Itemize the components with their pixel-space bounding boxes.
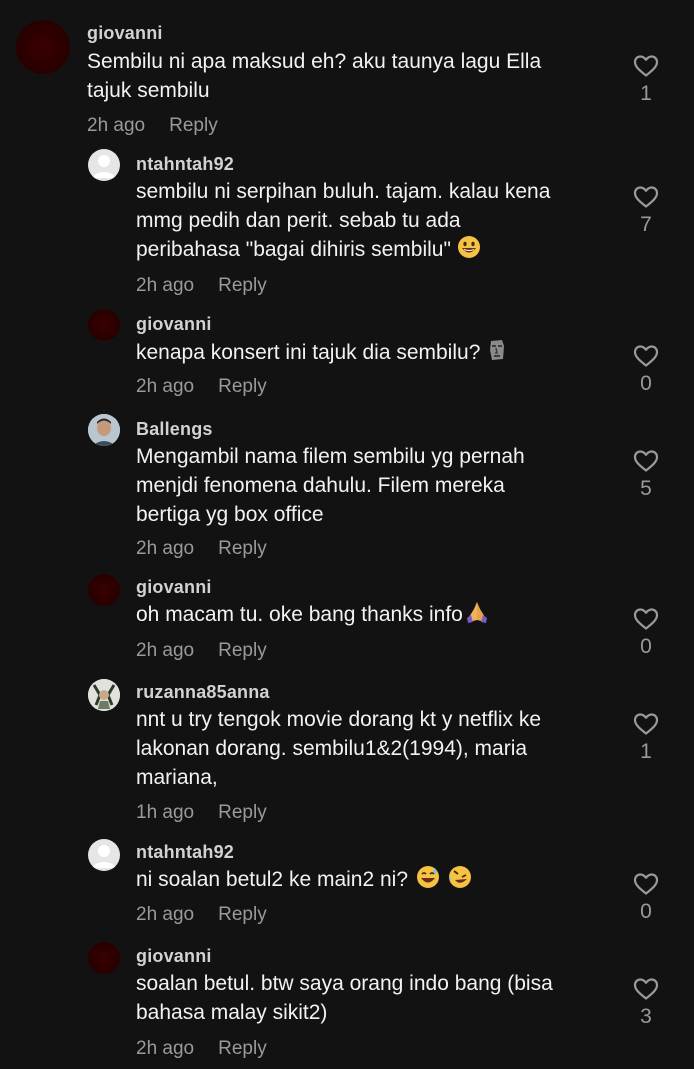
default-avatar-icon [93,845,115,868]
reply-button[interactable]: Reply [218,376,267,397]
heart-icon [633,450,659,472]
reply-item: giovanni kenapa konsert ini tajuk dia se… [0,305,694,410]
grinning-face-icon [457,235,481,267]
comment-time: 2h ago [136,275,195,296]
reply-button[interactable]: Reply [218,538,267,559]
like-count: 0 [640,372,652,395]
like-button[interactable]: 5 [626,449,666,501]
folded-hands-icon [465,600,489,632]
avatar[interactable] [88,574,120,606]
reply-button[interactable]: Reply [218,640,267,661]
like-count: 0 [640,635,652,658]
comment-meta: 1h ago Reply [136,802,267,824]
comment-time: 1h ago [136,802,195,823]
comment-username[interactable]: Ballengs [136,419,213,440]
avatar[interactable] [88,149,120,181]
heart-icon [633,186,659,208]
moai-icon [486,338,508,370]
comment-username[interactable]: giovanni [136,314,212,335]
like-count: 1 [640,740,652,763]
comment-item: giovanni Sembilu ni apa maksud eh? aku t… [0,0,694,150]
comment-text: nnt u try tengok movie dorang kt y netfl… [136,708,542,789]
comment-time: 2h ago [136,538,195,559]
like-button[interactable]: 0 [626,607,666,659]
like-count: 7 [640,213,652,236]
default-avatar-icon [93,155,115,178]
like-count: 5 [640,477,652,500]
reply-item: Ballengs Mengambil nama filem sembilu yg… [0,410,694,570]
reply-item: ruzanna85anna nnt u try tengok movie dor… [0,675,694,835]
avatar[interactable] [88,414,120,446]
avatar[interactable] [88,679,120,711]
comment-username[interactable]: giovanni [136,946,212,967]
like-button[interactable]: 7 [626,185,666,237]
comment-text: oh macam tu. oke bang thanks info [136,600,606,632]
reply-button[interactable]: Reply [218,904,267,925]
comment-meta: 2h ago Reply [136,275,267,297]
reply-item: giovanni oh macam tu. oke bang thanks in… [0,570,694,675]
like-button[interactable]: 3 [626,977,666,1029]
comment-text: Mengambil nama filem sembilu yg pernah m… [136,445,525,526]
comment-text: ni soalan betul2 ke main2 ni? [136,865,606,897]
comment-meta: 2h ago Reply [136,538,267,560]
comment-username[interactable]: giovanni [136,577,212,598]
avatar[interactable] [88,309,120,341]
reply-button[interactable]: Reply [218,1038,267,1059]
rofl-icon [448,865,472,897]
like-button[interactable]: 1 [626,54,666,106]
comment-time: 2h ago [136,1038,195,1059]
reply-button[interactable]: Reply [218,802,267,823]
heart-icon [633,55,659,77]
comment-meta: 2h ago Reply [136,376,267,398]
comment-text: Sembilu ni apa maksud eh? aku taunya lag… [87,50,542,102]
heart-icon [633,873,659,895]
like-button[interactable]: 0 [626,344,666,396]
comment-time: 2h ago [136,640,195,661]
heart-icon [633,608,659,630]
heart-icon [633,978,659,1000]
like-button[interactable]: 0 [626,872,666,924]
comment-username[interactable]: ntahntah92 [136,154,234,175]
avatar[interactable] [88,839,120,871]
like-button[interactable]: 1 [626,712,666,764]
comment-text: kenapa konsert ini tajuk dia sembilu? [136,338,606,370]
like-count: 1 [640,82,652,105]
comment-text: sembilu ni serpihan buluh. tajam. kalau … [136,177,606,267]
comment-meta: 2h ago Reply [87,115,218,137]
reply-item: ntahntah92 sembilu ni serpihan buluh. ta… [0,145,694,305]
comment-time: 2h ago [87,115,146,136]
like-count: 3 [640,1005,652,1028]
like-count: 0 [640,900,652,923]
comment-meta: 2h ago Reply [136,904,267,926]
user-photo-icon [88,679,120,711]
comment-username[interactable]: ntahntah92 [136,842,234,863]
comment-time: 2h ago [136,376,195,397]
smiling-sweat-icon [416,865,440,897]
avatar[interactable] [16,20,70,74]
comment-username[interactable]: ruzanna85anna [136,682,270,703]
reply-item: giovanni soalan betul. btw saya orang in… [0,940,694,1069]
reply-item: ntahntah92 ni soalan betul2 ke main2 ni?… [0,835,694,940]
heart-icon [633,345,659,367]
comment-meta: 2h ago Reply [136,1038,267,1060]
comment-text: soalan betul. btw saya orang indo bang (… [136,972,553,1024]
comment-thread: giovanni Sembilu ni apa maksud eh? aku t… [0,0,694,1069]
heart-icon [633,713,659,735]
comment-time: 2h ago [136,904,195,925]
reply-button[interactable]: Reply [169,115,218,136]
comment-username[interactable]: giovanni [87,23,163,44]
reply-button[interactable]: Reply [218,275,267,296]
avatar[interactable] [88,942,120,974]
comment-meta: 2h ago Reply [136,640,267,662]
user-photo-icon [88,414,120,446]
